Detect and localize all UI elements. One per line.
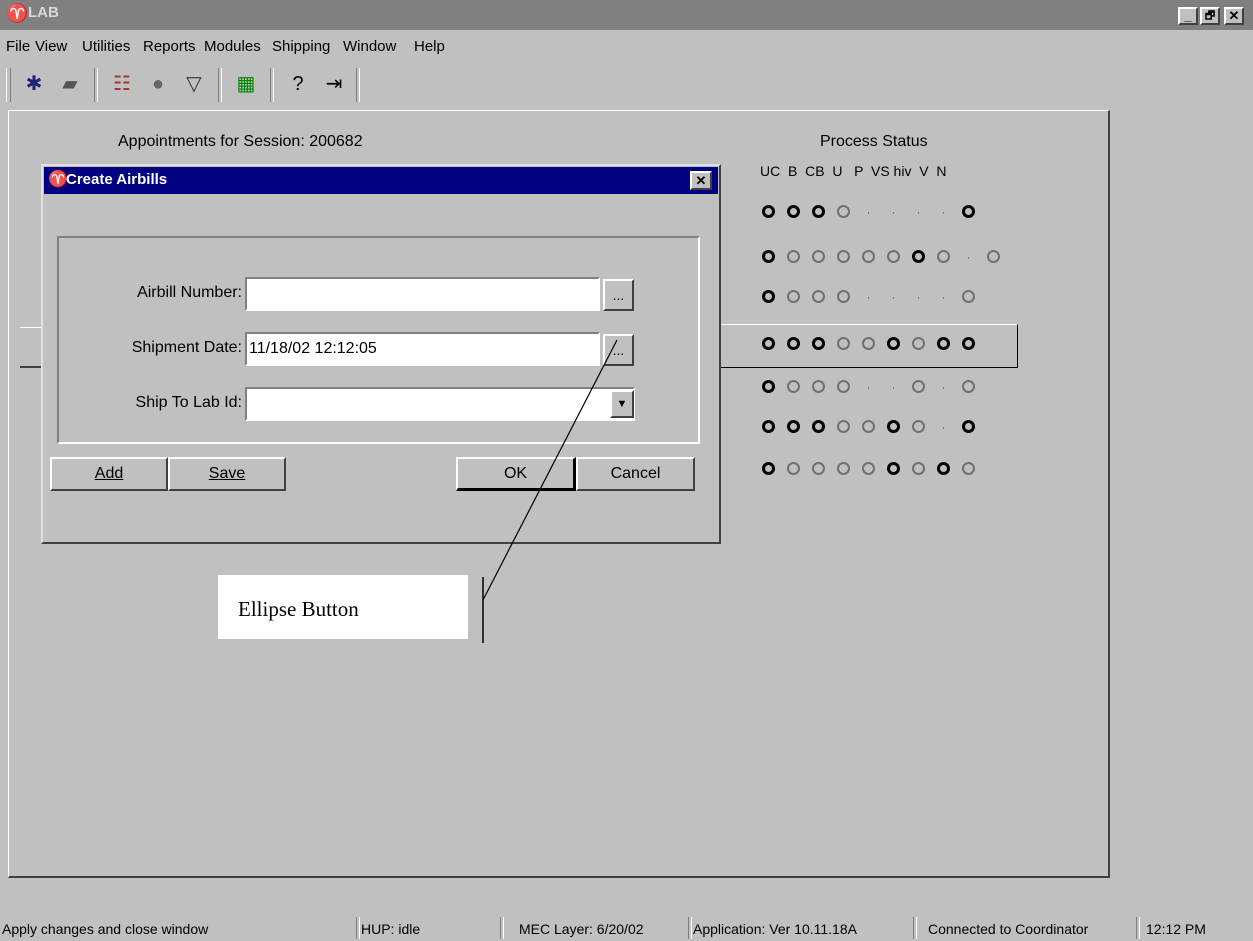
status-divider bbox=[500, 917, 504, 939]
callout-pointer bbox=[482, 339, 618, 643]
status-time: 12:12 PM bbox=[1146, 921, 1206, 937]
status-divider bbox=[688, 917, 692, 939]
status-divider bbox=[913, 917, 917, 939]
status-mec-layer: MEC Layer: 6/20/02 bbox=[519, 921, 644, 937]
status-application: Application: Ver 10.11.18A bbox=[693, 921, 857, 937]
status-message: Apply changes and close window bbox=[2, 921, 209, 937]
status-hup: HUP: idle bbox=[361, 921, 421, 937]
status-connection: Connected to Coordinator bbox=[928, 921, 1089, 937]
status-bar: Apply changes and close window HUP: idle… bbox=[0, 915, 1253, 941]
status-divider bbox=[356, 917, 360, 939]
status-divider bbox=[1136, 917, 1140, 939]
